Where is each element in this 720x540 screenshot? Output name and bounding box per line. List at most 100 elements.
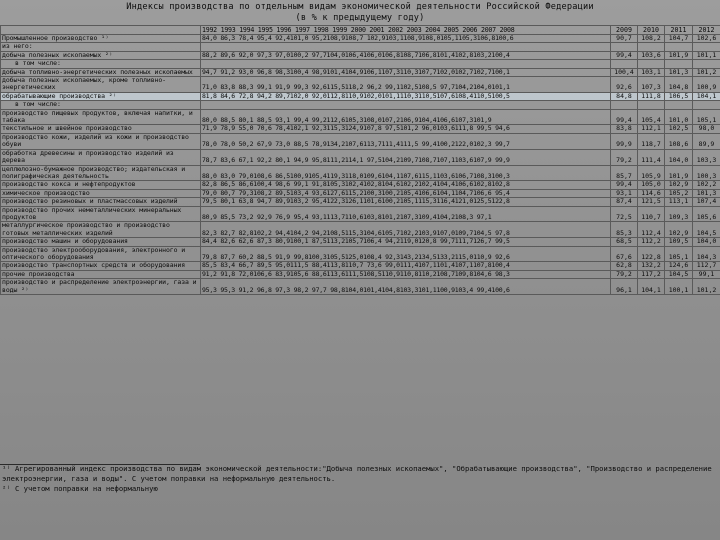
year-header-2010: 2010 xyxy=(637,25,665,35)
table-row: производство прочих неметаллических мине… xyxy=(0,205,720,223)
row-values-1992-2008 xyxy=(200,100,611,110)
value-cell-2012: 98,0 xyxy=(692,124,720,134)
value-cell-2012 xyxy=(692,42,720,52)
value-cell-2012: 104,1 xyxy=(692,91,720,102)
row-values-1992-2008: 80,0 88,5 80,1 88,5 93,1 99,4 99,2112,61… xyxy=(200,108,611,126)
index-table: 1992 1993 1994 1995 1996 1997 1998 1999 … xyxy=(0,25,720,295)
table-row: добыча полезных ископаемых, кроме топлив… xyxy=(0,76,720,93)
value-cell-2011: 104,0 xyxy=(664,148,693,166)
value-cell-2010 xyxy=(637,100,665,110)
row-label: производство кожи, изделий из кожи и про… xyxy=(0,132,201,150)
row-label: целлюлозно-бумажное производство; издате… xyxy=(0,164,201,182)
value-cell-2010: 107,3 xyxy=(637,76,665,93)
footnote-1: ¹⁾ Агрегированный индекс производства по… xyxy=(2,464,712,483)
value-cell-2010: 114,6 xyxy=(637,188,665,199)
row-values-1992-2008: 85,5 83,4 66,7 89,5 95,0111,5 88,4113,81… xyxy=(200,261,611,271)
row-label: добыча топливно-энергетических полезных … xyxy=(0,67,201,78)
table-row: добыча полезных ископаемых ²⁾ 88,2 89,6 9… xyxy=(0,50,720,61)
row-label: добыча полезных ископаемых ²⁾ xyxy=(0,50,201,61)
value-cell-2011 xyxy=(664,59,693,69)
row-values-1992-2008 xyxy=(200,42,611,52)
value-cell-2011: 104,5 xyxy=(664,269,693,280)
row-values-1992-2008: 91,2 91,8 72,0106,6 83,9105,6 88,6113,61… xyxy=(200,269,611,280)
document-page: Индексы производства по отдельным видам … xyxy=(0,0,720,540)
row-label: обрабатывающие производства ²⁾ xyxy=(0,91,201,102)
value-cell-2009: 90,7 xyxy=(610,33,638,44)
row-label: текстильное и швейное производство xyxy=(0,124,201,134)
value-cell-2009: 85,7 xyxy=(610,164,638,182)
value-cell-2011: 108,6 xyxy=(664,132,693,150)
row-values-1992-2008 xyxy=(200,59,611,69)
value-cell-2012: 102,2 xyxy=(692,180,720,190)
value-cell-2010: 121,5 xyxy=(637,197,665,207)
value-cell-2012: 112,7 xyxy=(692,261,720,271)
value-cell-2012: 100,9 xyxy=(692,76,720,93)
footnote-2: ²⁾ С учетом поправки на неформальную xyxy=(2,484,158,493)
value-cell-2012: 100,3 xyxy=(692,164,720,182)
row-label: производство кокса и нефтепродуктов xyxy=(0,180,201,190)
value-cell-2009 xyxy=(610,42,638,52)
value-cell-2009: 99,4 xyxy=(610,50,638,61)
footnote-rule xyxy=(0,464,200,465)
table-row: производство резиновых и пластмассовых и… xyxy=(0,197,720,207)
value-cell-2011: 101,9 xyxy=(664,164,693,182)
value-cell-2009: 87,4 xyxy=(610,197,638,207)
row-label: в том числе: xyxy=(0,59,201,69)
value-cell-2012: 101,2 xyxy=(692,67,720,78)
value-cell-2012: 101,2 xyxy=(692,278,720,295)
value-cell-2012: 89,9 xyxy=(692,132,720,150)
year-header-span: 1992 1993 1994 1995 1996 1997 1998 1999 … xyxy=(200,25,611,35)
value-cell-2010: 105,4 xyxy=(637,108,665,126)
value-cell-2011: 105,1 xyxy=(664,245,693,263)
row-values-1992-2008: 88,2 89,6 92,0 97,3 97,0100,2 97,7104,01… xyxy=(200,50,611,61)
value-cell-2012: 105,6 xyxy=(692,205,720,223)
table-row: производство транспортных средств и обор… xyxy=(0,261,720,271)
table-row: текстильное и швейное производство 71,9 7… xyxy=(0,124,720,134)
table-row: в том числе: xyxy=(0,100,720,110)
value-cell-2009: 67,6 xyxy=(610,245,638,263)
year-header-row: 1992 1993 1994 1995 1996 1997 1998 1999 … xyxy=(0,25,720,35)
row-label: Промышленное производство ¹⁾ xyxy=(0,33,201,44)
value-cell-2010: 112,2 xyxy=(637,237,665,247)
table-row: Промышленное производство ¹⁾ 84,0 86,3 78… xyxy=(0,33,720,44)
value-cell-2010: 111,8 xyxy=(637,91,665,102)
value-cell-2012 xyxy=(692,59,720,69)
value-cell-2009: 100,4 xyxy=(610,67,638,78)
value-cell-2009: 83,8 xyxy=(610,124,638,134)
value-cell-2011: 102,5 xyxy=(664,124,693,134)
value-cell-2009 xyxy=(610,100,638,110)
row-values-1992-2008: 79,0 80,7 79,3108,2 89,5103,4 93,6127,61… xyxy=(200,188,611,199)
table-row: в том числе: xyxy=(0,59,720,69)
value-cell-2010: 122,8 xyxy=(637,245,665,263)
row-label: производство машин и оборудования xyxy=(0,237,201,247)
value-cell-2009: 62,8 xyxy=(610,261,638,271)
value-cell-2010: 111,4 xyxy=(637,148,665,166)
value-cell-2011: 124,6 xyxy=(664,261,693,271)
value-cell-2010: 117,2 xyxy=(637,269,665,280)
value-cell-2010: 132,2 xyxy=(637,261,665,271)
value-cell-2009: 96,1 xyxy=(610,278,638,295)
value-cell-2011: 102,9 xyxy=(664,221,693,239)
row-values-1992-2008: 78,0 78,0 50,2 67,9 73,0 88,5 78,9134,21… xyxy=(200,132,611,150)
value-cell-2009: 79,2 xyxy=(610,269,638,280)
value-cell-2012: 99,1 xyxy=(692,269,720,280)
row-label: производство прочих неметаллических мине… xyxy=(0,205,201,223)
value-cell-2010: 108,2 xyxy=(637,33,665,44)
table-row: химическое производство 79,0 80,7 79,3108… xyxy=(0,188,720,199)
value-cell-2010 xyxy=(637,42,665,52)
value-cell-2010: 103,6 xyxy=(637,50,665,61)
row-label: производство и распределение электроэнер… xyxy=(0,278,201,295)
table-row: из него: xyxy=(0,42,720,52)
value-cell-2011: 101,0 xyxy=(664,108,693,126)
row-values-1992-2008: 84,4 82,6 62,6 87,3 80,9100,1 87,5113,21… xyxy=(200,237,611,247)
table-row: производство машин и оборудования 84,4 82… xyxy=(0,237,720,247)
value-cell-2011: 104,8 xyxy=(664,76,693,93)
table-row: производство и распределение электроэнер… xyxy=(0,278,720,295)
value-cell-2012: 102,6 xyxy=(692,33,720,44)
value-cell-2009 xyxy=(610,59,638,69)
row-label: производство резиновых и пластмассовых и… xyxy=(0,197,201,207)
value-cell-2011: 109,3 xyxy=(664,205,693,223)
value-cell-2011: 106,5 xyxy=(664,91,693,102)
row-values-1992-2008: 95,3 95,3 91,2 96,8 97,3 98,2 97,7 98,81… xyxy=(200,278,611,295)
year-header-2009: 2009 xyxy=(610,25,638,35)
